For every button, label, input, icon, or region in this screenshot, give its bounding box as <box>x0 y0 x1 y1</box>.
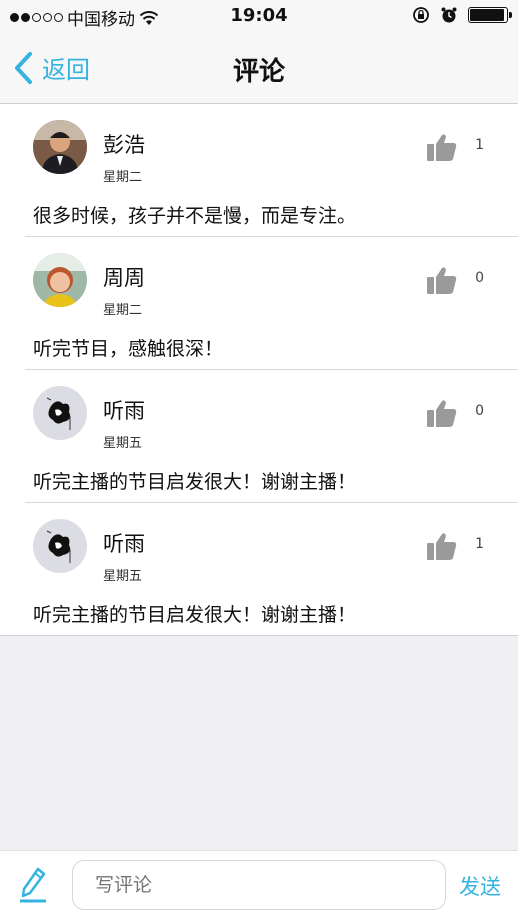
comment-date: 星期二 <box>103 303 143 318</box>
comment-date: 星期二 <box>103 170 143 185</box>
send-button[interactable]: 发送 <box>459 871 501 901</box>
comment-date: 星期五 <box>103 436 143 451</box>
battery-icon <box>468 7 512 23</box>
like-count: 1 <box>475 536 484 552</box>
thumbs-up-icon[interactable] <box>426 265 458 295</box>
avatar[interactable] <box>33 519 87 573</box>
rotation-lock-icon <box>413 7 429 23</box>
comment-author[interactable]: 听雨 <box>103 528 145 558</box>
comment-text: 听完主播的节目启发很大！谢谢主播！ <box>33 471 357 493</box>
comment-author[interactable]: 听雨 <box>103 395 145 425</box>
navigation-bar: 返回 评论 <box>0 34 518 104</box>
avatar[interactable] <box>33 120 87 174</box>
comment-text: 听完节目，感触很深！ <box>33 338 224 360</box>
comment-item: 周周 星期二 0 听完节目，感触很深！ <box>25 237 518 370</box>
alarm-icon <box>441 7 457 23</box>
comment-item: 听雨 星期五 1 听完主播的节目启发很大！谢谢主播！ <box>0 503 518 636</box>
thumbs-up-icon[interactable] <box>426 398 458 428</box>
like-count: 0 <box>475 403 484 419</box>
status-bar: 中国移动 19:04 <box>0 0 518 34</box>
avatar[interactable] <box>33 386 87 440</box>
thumbs-up-icon[interactable] <box>426 531 458 561</box>
comment-list: 彭浩 星期二 1 很多时候，孩子并不是慢，而是专注。 周周 星期二 0 听完节目… <box>0 104 518 636</box>
page-title: 评论 <box>232 57 285 87</box>
comment-date: 星期五 <box>103 569 143 584</box>
comment-item: 听雨 星期五 0 听完主播的节目启发很大！谢谢主播！ <box>25 370 518 503</box>
comment-input[interactable] <box>72 860 446 910</box>
comment-item: 彭浩 星期二 1 很多时候，孩子并不是慢，而是专注。 <box>25 104 518 237</box>
comment-author[interactable]: 彭浩 <box>103 129 145 159</box>
comment-text: 听完主播的节目启发很大！谢谢主播！ <box>33 604 357 626</box>
like-count: 1 <box>475 137 484 153</box>
pencil-icon[interactable] <box>18 865 50 905</box>
like-count: 0 <box>475 270 484 286</box>
comment-composer: 发送 <box>0 850 518 920</box>
comment-author[interactable]: 周周 <box>103 262 145 292</box>
avatar[interactable] <box>33 253 87 307</box>
thumbs-up-icon[interactable] <box>426 132 458 162</box>
comment-text: 很多时候，孩子并不是慢，而是专注。 <box>33 205 357 227</box>
